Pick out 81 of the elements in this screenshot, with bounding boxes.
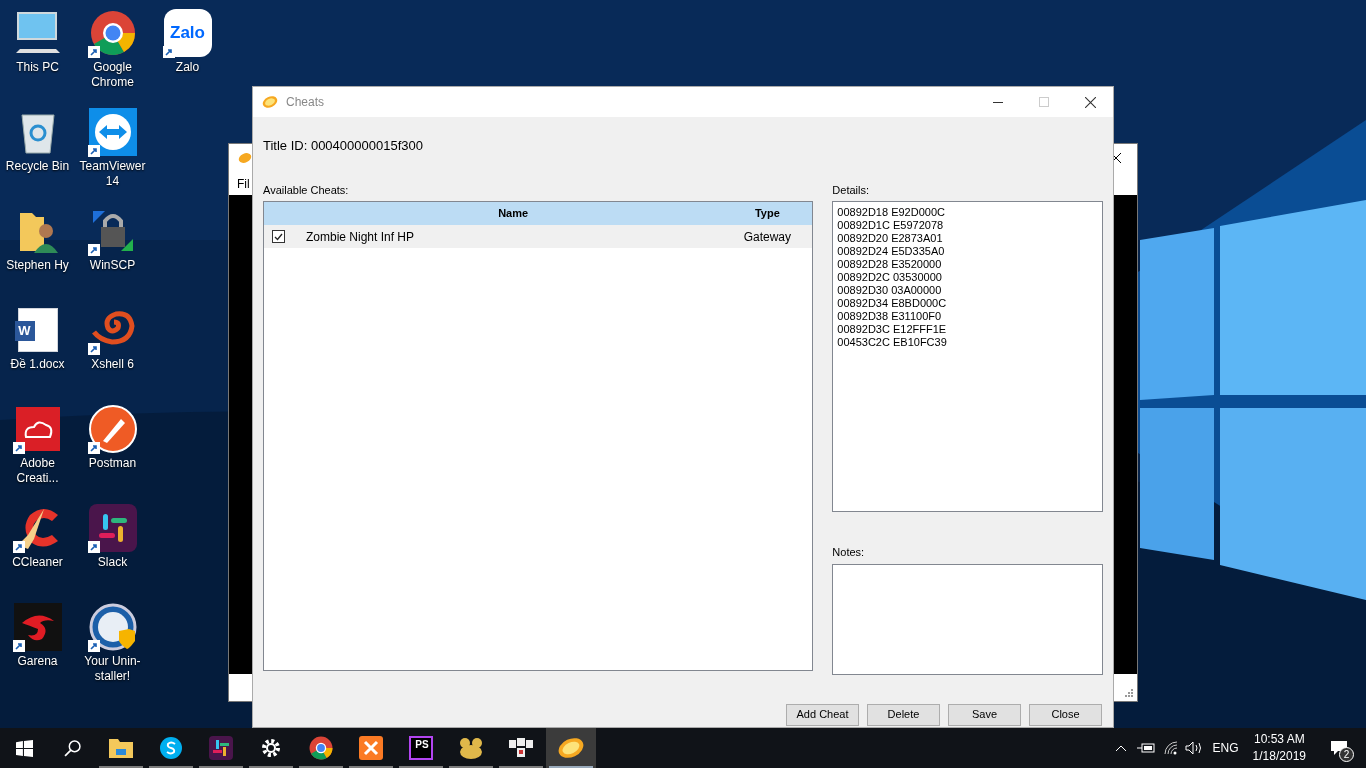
- ide-logo-icon: PS: [409, 736, 433, 760]
- rocket-circle-icon: [88, 405, 137, 453]
- code-line: 00892D1C E5972078: [837, 219, 945, 232]
- desktop-icon-label[interactable]: Garena: [0, 654, 75, 669]
- dialog-button[interactable]: Save: [948, 703, 1021, 726]
- notes-label: Notes:: [832, 545, 866, 560]
- desktop-icon-label[interactable]: Slack: [75, 555, 150, 570]
- desktop-icon-label[interactable]: Recycle Bin: [0, 159, 75, 174]
- volume-icon[interactable]: [1184, 741, 1203, 755]
- shield-badge-icon: [88, 603, 137, 651]
- code-line: 00892D34 E8BD000C: [837, 297, 948, 310]
- desktop-icon-label[interactable]: Xshell 6: [75, 357, 150, 372]
- desktop-icon-label[interactable]: Adobe Creati...: [0, 456, 75, 486]
- taskbar-app-button[interactable]: [546, 728, 596, 768]
- settings-icon: [260, 737, 282, 759]
- code-line: 00892D30 03A00000: [837, 284, 943, 297]
- desktop-icon-label[interactable]: TeamViewer 14: [75, 159, 150, 189]
- desktop-icon-label[interactable]: Đề 1.docx: [0, 357, 75, 372]
- dragon-icon: [13, 603, 62, 651]
- clock[interactable]: 10:53 AM 1/18/2019: [1252, 731, 1306, 765]
- desktop-icon-label[interactable]: WinSCP: [75, 258, 150, 273]
- code-line: 00453C2C EB10FC39: [837, 336, 948, 349]
- clock-date: 1/18/2019: [1252, 748, 1306, 765]
- hash-grid-icon: [209, 736, 233, 760]
- cloud-app-icon: [15, 407, 60, 451]
- dialog-button[interactable]: Delete: [867, 703, 940, 726]
- cheat-type: Gateway: [742, 228, 792, 246]
- notification-count: 2: [1339, 747, 1354, 762]
- available-cheats-label: Available Cheats:: [263, 182, 350, 198]
- maximize-icon: [1039, 97, 1049, 107]
- cheat-name: Zombie Night Inf HP: [306, 228, 416, 246]
- hash-grid-icon: [88, 504, 137, 552]
- paw-icon: [458, 737, 484, 759]
- close-icon: [1084, 96, 1096, 108]
- window-title: Cheats: [286, 94, 325, 111]
- dialog-button[interactable]: Add Cheat: [786, 703, 859, 726]
- details-label: Details:: [832, 182, 870, 198]
- desktop-icon-label[interactable]: This PC: [0, 60, 75, 75]
- desktop-icon-label[interactable]: Google Chrome: [75, 60, 150, 90]
- code-line: 00892D28 E3520000: [837, 258, 943, 271]
- checkmark-icon: [274, 232, 283, 241]
- details-field[interactable]: 00892D18 E92D000C 00892D1C E5972078 00892D20 E2873A01 00892D24 E5D335A0 00892D28 E3520000 00892D2C 03530000 00892D30 03A00000 00892D34 E8BD000C 00892D38 E31100F0 00892D3C E12FFF1E 00453C2C EB10FC39: [832, 201, 1103, 512]
- desktop-icon-label[interactable]: Stephen Hy: [0, 258, 75, 273]
- menu-item[interactable]: Fil: [237, 174, 250, 193]
- folder-icon: [108, 737, 134, 759]
- wifi-icon[interactable]: [1162, 741, 1179, 755]
- keyboard-keys-icon: [508, 737, 534, 759]
- document-icon: W: [17, 308, 58, 352]
- title-id-label: Title ID: 000400000015f300: [263, 137, 424, 155]
- xampp-icon: [359, 736, 383, 760]
- desktop-icon-label[interactable]: Your Unin-staller!: [75, 654, 150, 684]
- code-line: 00892D2C 03530000: [837, 271, 943, 284]
- cheat-row[interactable]: Zombie Night Inf HP Gateway: [264, 225, 813, 248]
- checkbox[interactable]: [272, 230, 285, 243]
- desktop-icon-label[interactable]: CCleaner: [0, 555, 75, 570]
- dialog-button[interactable]: Close: [1029, 703, 1102, 726]
- code-line: 00892D38 E31100F0: [837, 310, 943, 323]
- column-header[interactable]: Type: [722, 205, 813, 222]
- citrus-slice-icon: [237, 152, 253, 164]
- code-line: 00892D20 E2873A01: [837, 232, 944, 245]
- citrus-slice-icon: [261, 95, 279, 109]
- skype-icon: [159, 736, 183, 760]
- battery-icon[interactable]: [1136, 743, 1155, 753]
- citrus-slice-icon: [557, 736, 585, 760]
- code-line: 00892D3C E12FFF1E: [837, 323, 948, 336]
- column-header[interactable]: Name: [264, 205, 723, 222]
- language-indicator[interactable]: ENG: [1212, 739, 1239, 757]
- desktop-icon-label[interactable]: Zalo: [150, 60, 225, 75]
- notes-field[interactable]: [832, 563, 1103, 675]
- resize-grip-icon[interactable]: [1125, 689, 1133, 697]
- chrome-icon: [309, 736, 333, 760]
- search-icon: [63, 739, 81, 757]
- clock-time: 10:53 AM: [1253, 731, 1305, 748]
- chevron-up-icon[interactable]: [1114, 744, 1127, 752]
- windows-logo-icon: [15, 739, 33, 757]
- code-line: 00892D18 E92D000C: [837, 206, 946, 219]
- code-line: 00892D24 E5D335A0: [837, 245, 946, 258]
- desktop-icon-label[interactable]: Postman: [75, 456, 150, 471]
- chrome-icon: [89, 10, 136, 56]
- taskbar-app-button[interactable]: PS: [396, 728, 446, 768]
- minimize-icon: [993, 101, 1003, 103]
